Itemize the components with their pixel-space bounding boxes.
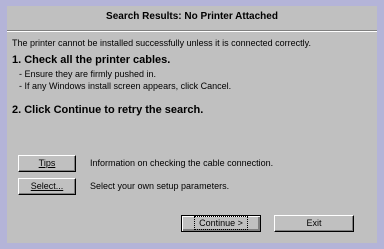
tips-button-label: Tips	[38, 158, 56, 168]
continue-button-label: Continue >	[194, 216, 248, 230]
step1-bullet-1: - Ensure they are firmly pushed in.	[19, 69, 157, 79]
step2-heading: 2. Click Continue to retry the search.	[12, 104, 204, 116]
continue-button[interactable]: Continue >	[181, 215, 261, 232]
step1-heading: 1. Check all the printer cables.	[12, 54, 171, 66]
title-divider	[7, 30, 377, 32]
dialog-title: Search Results: No Printer Attached	[106, 11, 278, 22]
exit-button-label: Exit	[306, 218, 322, 228]
tips-button[interactable]: Tips	[18, 155, 76, 172]
intro-text: The printer cannot be installed successf…	[12, 38, 311, 48]
step1-bullet-2: - If any Windows install screen appears,…	[19, 81, 232, 91]
tips-description: Information on checking the cable connec…	[90, 158, 274, 168]
printer-dialog: Search Results: No Printer Attached The …	[7, 6, 377, 243]
select-button[interactable]: Select...	[18, 178, 76, 195]
select-description: Select your own setup parameters.	[90, 181, 230, 191]
select-button-label: Select...	[30, 181, 64, 191]
exit-button[interactable]: Exit	[274, 215, 354, 232]
